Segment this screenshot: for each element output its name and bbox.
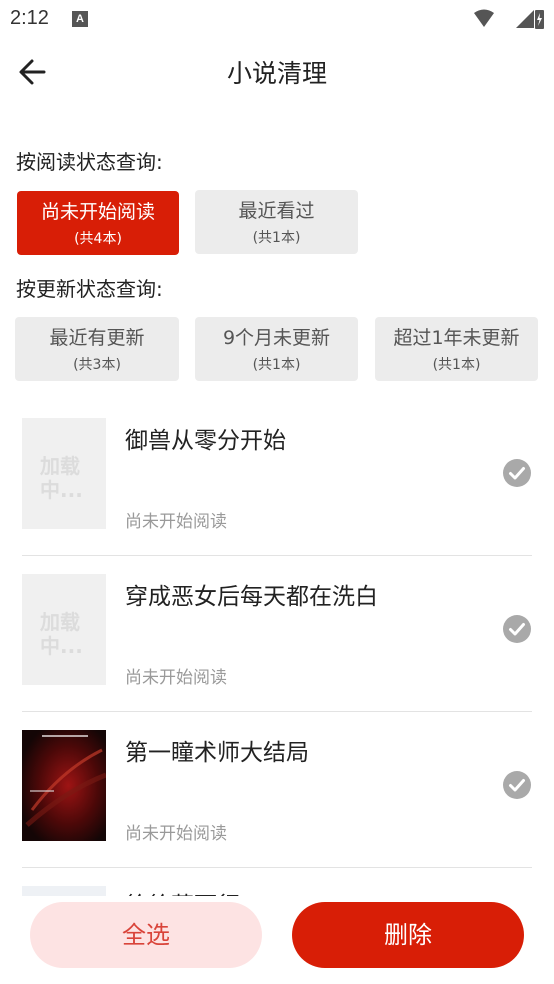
chip-count: (共1本) — [432, 357, 481, 373]
book-title: 第一瞳术师大结局 — [125, 740, 309, 766]
check-circle-icon[interactable] — [503, 771, 531, 799]
book-title: 御兽从零分开始 — [125, 428, 286, 454]
chip-label: 尚未开始阅读 — [40, 201, 155, 223]
book-item[interactable]: 第一瞳术师大结局 尚未开始阅读 — [0, 712, 554, 868]
book-list[interactable]: 加载中... 御兽从零分开始 尚未开始阅读 加载中... 穿成恶女后每天都在洗白… — [0, 400, 554, 896]
book-status: 尚未开始阅读 — [125, 668, 227, 688]
read-filter-label: 按阅读状态查询: — [16, 150, 163, 174]
chip-9-months-no-update[interactable]: 9个月未更新 (共1本) — [195, 317, 358, 381]
chip-over-1-year-no-update[interactable]: 超过1年未更新 (共1本) — [375, 317, 538, 381]
chip-label: 超过1年未更新 — [393, 327, 520, 349]
update-filter-label: 按更新状态查询: — [16, 277, 163, 301]
chip-count: (共4本) — [74, 231, 122, 247]
book-title-partial: 徐徐董而行 — [125, 886, 240, 896]
delete-button[interactable]: 删除 — [292, 902, 524, 968]
loading-text: 加载中... — [40, 454, 83, 502]
book-cover-placeholder: 加载中... — [22, 574, 106, 685]
signal-icon — [516, 10, 534, 28]
chip-label: 9个月未更新 — [222, 327, 331, 349]
chip-recently-updated[interactable]: 最近有更新 (共3本) — [15, 317, 179, 381]
select-all-button[interactable]: 全选 — [30, 902, 262, 968]
page-title: 小说清理 — [226, 59, 327, 88]
wifi-icon — [474, 9, 494, 27]
chip-count: (共3本) — [73, 357, 121, 373]
cover-artwork — [22, 730, 106, 841]
divider — [22, 867, 532, 868]
system-status-icons — [474, 9, 544, 29]
book-cover-placeholder: 加载中... — [22, 418, 106, 529]
status-bar: 2:12 A — [0, 0, 554, 38]
notification-icon: A — [72, 11, 88, 27]
top-bar: 小说清理 — [0, 38, 554, 108]
chip-label: 最近看过 — [238, 200, 315, 222]
status-time: 2:12 — [10, 7, 49, 29]
book-cover-partial — [22, 886, 106, 896]
chip-recently-read[interactable]: 最近看过 (共1本) — [195, 190, 358, 254]
book-status: 尚未开始阅读 — [125, 512, 227, 532]
book-item[interactable]: 加载中... 御兽从零分开始 尚未开始阅读 — [0, 400, 554, 556]
book-title: 穿成恶女后每天都在洗白 — [125, 584, 378, 610]
check-circle-icon[interactable] — [503, 459, 531, 487]
chip-label: 最近有更新 — [49, 327, 145, 349]
chip-count: (共1本) — [252, 357, 301, 373]
check-circle-icon[interactable] — [503, 615, 531, 643]
chip-count: (共1本) — [252, 230, 301, 246]
book-item[interactable]: 加载中... 穿成恶女后每天都在洗白 尚未开始阅读 — [0, 556, 554, 712]
book-status: 尚未开始阅读 — [125, 824, 227, 844]
chip-not-started[interactable]: 尚未开始阅读 (共4本) — [17, 191, 179, 255]
book-cover-image — [22, 730, 106, 841]
loading-text: 加载中... — [40, 610, 83, 658]
bottom-action-bar: 全选 删除 — [0, 896, 554, 984]
